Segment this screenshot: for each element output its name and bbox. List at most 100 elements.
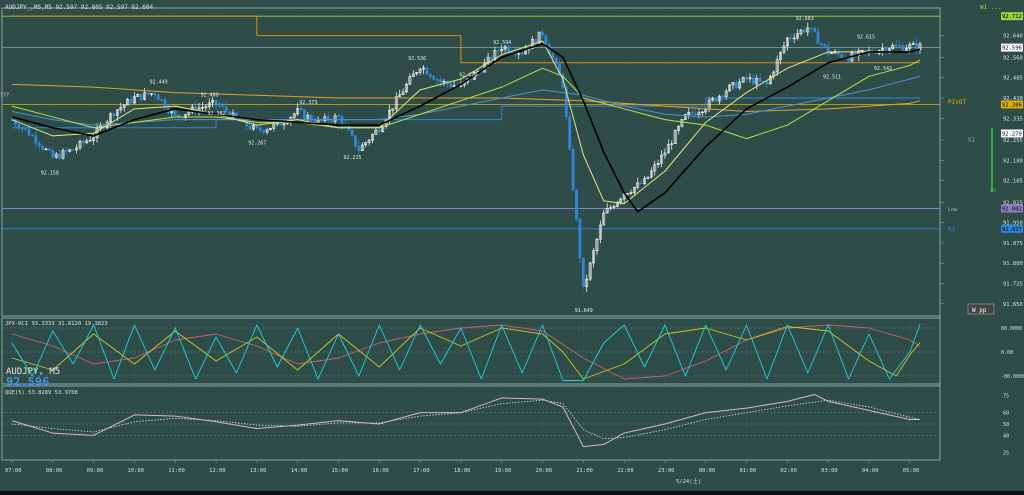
candle-body — [428, 73, 432, 77]
candle-body — [20, 128, 24, 130]
time-label: 02:00 — [780, 468, 797, 474]
price-tick-label: 92.255 — [1003, 138, 1023, 144]
rci-series — [2, 323, 940, 381]
price-annotation: 92.400 — [201, 93, 219, 99]
qqe-axis-label: 75 — [1003, 394, 1009, 400]
candle-body — [326, 116, 330, 122]
price-tag-label: 92.386 — [1002, 102, 1022, 108]
price-annotation: 92.373 — [299, 100, 317, 106]
candle-body — [156, 94, 160, 100]
price-annotation: 91.649 — [575, 308, 593, 314]
candle-body — [581, 257, 585, 287]
time-label: 16:00 — [372, 468, 389, 474]
candle-body — [34, 135, 38, 144]
price-tick-label: 91.725 — [1003, 282, 1023, 288]
price-tag-label: 92.279 — [1002, 131, 1022, 137]
candle-body — [823, 43, 827, 47]
candle-body — [255, 125, 259, 129]
candle-body — [847, 58, 850, 62]
price-tag-label: 92.002 — [1002, 207, 1022, 213]
candle-body — [51, 149, 55, 158]
time-label: 14:00 — [291, 468, 308, 474]
current-price-big: 92.596 — [6, 375, 49, 389]
time-label: 09:00 — [87, 468, 104, 474]
candle-body — [221, 105, 225, 108]
time-label: 23:00 — [658, 468, 675, 474]
candle-body — [819, 43, 823, 45]
candle-body — [639, 182, 643, 185]
candle-body — [258, 127, 262, 131]
candle-body — [82, 140, 85, 144]
candle-body — [303, 109, 306, 119]
candle-body — [690, 112, 694, 114]
candle-body — [898, 45, 901, 47]
qqe-axis-label: 40 — [1003, 433, 1009, 439]
candle-body — [745, 77, 748, 80]
chart-canvas[interactable]: AUDJPY_,M5,M5 92.597 92.605 92.597 92.60… — [0, 0, 1024, 491]
time-label: 03:00 — [821, 468, 838, 474]
date-label: 5/24(土) — [676, 477, 701, 485]
rci-axis-label: 80.0000 — [1001, 326, 1022, 332]
price-annotation: 92.382 — [207, 111, 225, 117]
candle-body — [490, 56, 493, 60]
candle-body — [350, 129, 354, 136]
price-annotation: 92.542 — [874, 66, 892, 72]
candle-body — [354, 135, 357, 147]
candle-body — [129, 98, 133, 104]
candle-body — [694, 113, 697, 116]
candle-body — [27, 128, 31, 136]
candle-body — [435, 79, 439, 81]
pivot-label: PIVOT — [948, 99, 966, 106]
candle-body — [520, 52, 524, 55]
candle-body — [575, 189, 578, 220]
time-label: 01:00 — [740, 468, 757, 474]
time-label: 11:00 — [168, 468, 185, 474]
candle-body — [173, 110, 177, 116]
qqe-main-line — [11, 394, 920, 448]
time-label: 21:00 — [576, 468, 593, 474]
candle-body — [789, 37, 793, 39]
rci-axis-label: -80.0000 — [1001, 374, 1024, 380]
price-annotation: 92.536 — [408, 56, 426, 62]
candle-body — [58, 153, 62, 159]
candle-body — [299, 108, 303, 111]
weekly-top-label: W1 ... — [980, 4, 1002, 11]
qqe-signal-line — [11, 399, 921, 440]
candle-body — [41, 145, 45, 150]
qqe-panel-frame — [1, 385, 941, 461]
candle-body — [507, 46, 510, 52]
candle-body — [337, 115, 340, 117]
candle-body — [160, 99, 164, 101]
price-tag-label: 91.927 — [1002, 227, 1022, 233]
time-label: 13:00 — [250, 468, 267, 474]
candle-body — [840, 53, 844, 58]
grid-lines — [11, 14, 911, 458]
price-annotation: ??? — [0, 93, 9, 99]
price-annotation: 92.215 — [343, 155, 361, 161]
candle-body — [568, 116, 572, 150]
bar-count-label: 20 — [990, 188, 996, 194]
candle-body — [330, 120, 334, 123]
time-label: 08:00 — [46, 468, 63, 474]
time-label: 10:00 — [127, 468, 144, 474]
price-annotation: 92.267 — [248, 141, 266, 147]
price-annotations: 92.594 92.683 92.615 92.536 92.449 92.400 92.3… — [0, 16, 892, 314]
candle-body — [813, 27, 816, 33]
candle-body — [554, 57, 558, 64]
candle-body — [139, 94, 143, 100]
time-label: 20:00 — [536, 468, 553, 474]
time-label: 00:00 — [699, 468, 716, 474]
time-label: 04:00 — [862, 468, 879, 474]
candle-body — [71, 149, 75, 151]
candle-body — [153, 93, 157, 96]
time-label: 12:00 — [209, 468, 226, 474]
candle-body — [721, 95, 725, 98]
time-label: 22:00 — [617, 468, 634, 474]
candle-body — [37, 142, 41, 147]
chart-header: AUDJPY_,M5,M5 92.597 92.605 92.597 92.60… — [5, 4, 153, 11]
candle-body — [884, 47, 888, 52]
price-annotation: 92.511 — [823, 75, 841, 81]
candle-body — [439, 79, 442, 83]
rci-label: JPX-RCI 93.3333 31.8120 19.3823 — [5, 321, 108, 327]
chart-window: AUDJPY_,M5,M5 92.597 92.605 92.597 92.60… — [0, 0, 1024, 491]
